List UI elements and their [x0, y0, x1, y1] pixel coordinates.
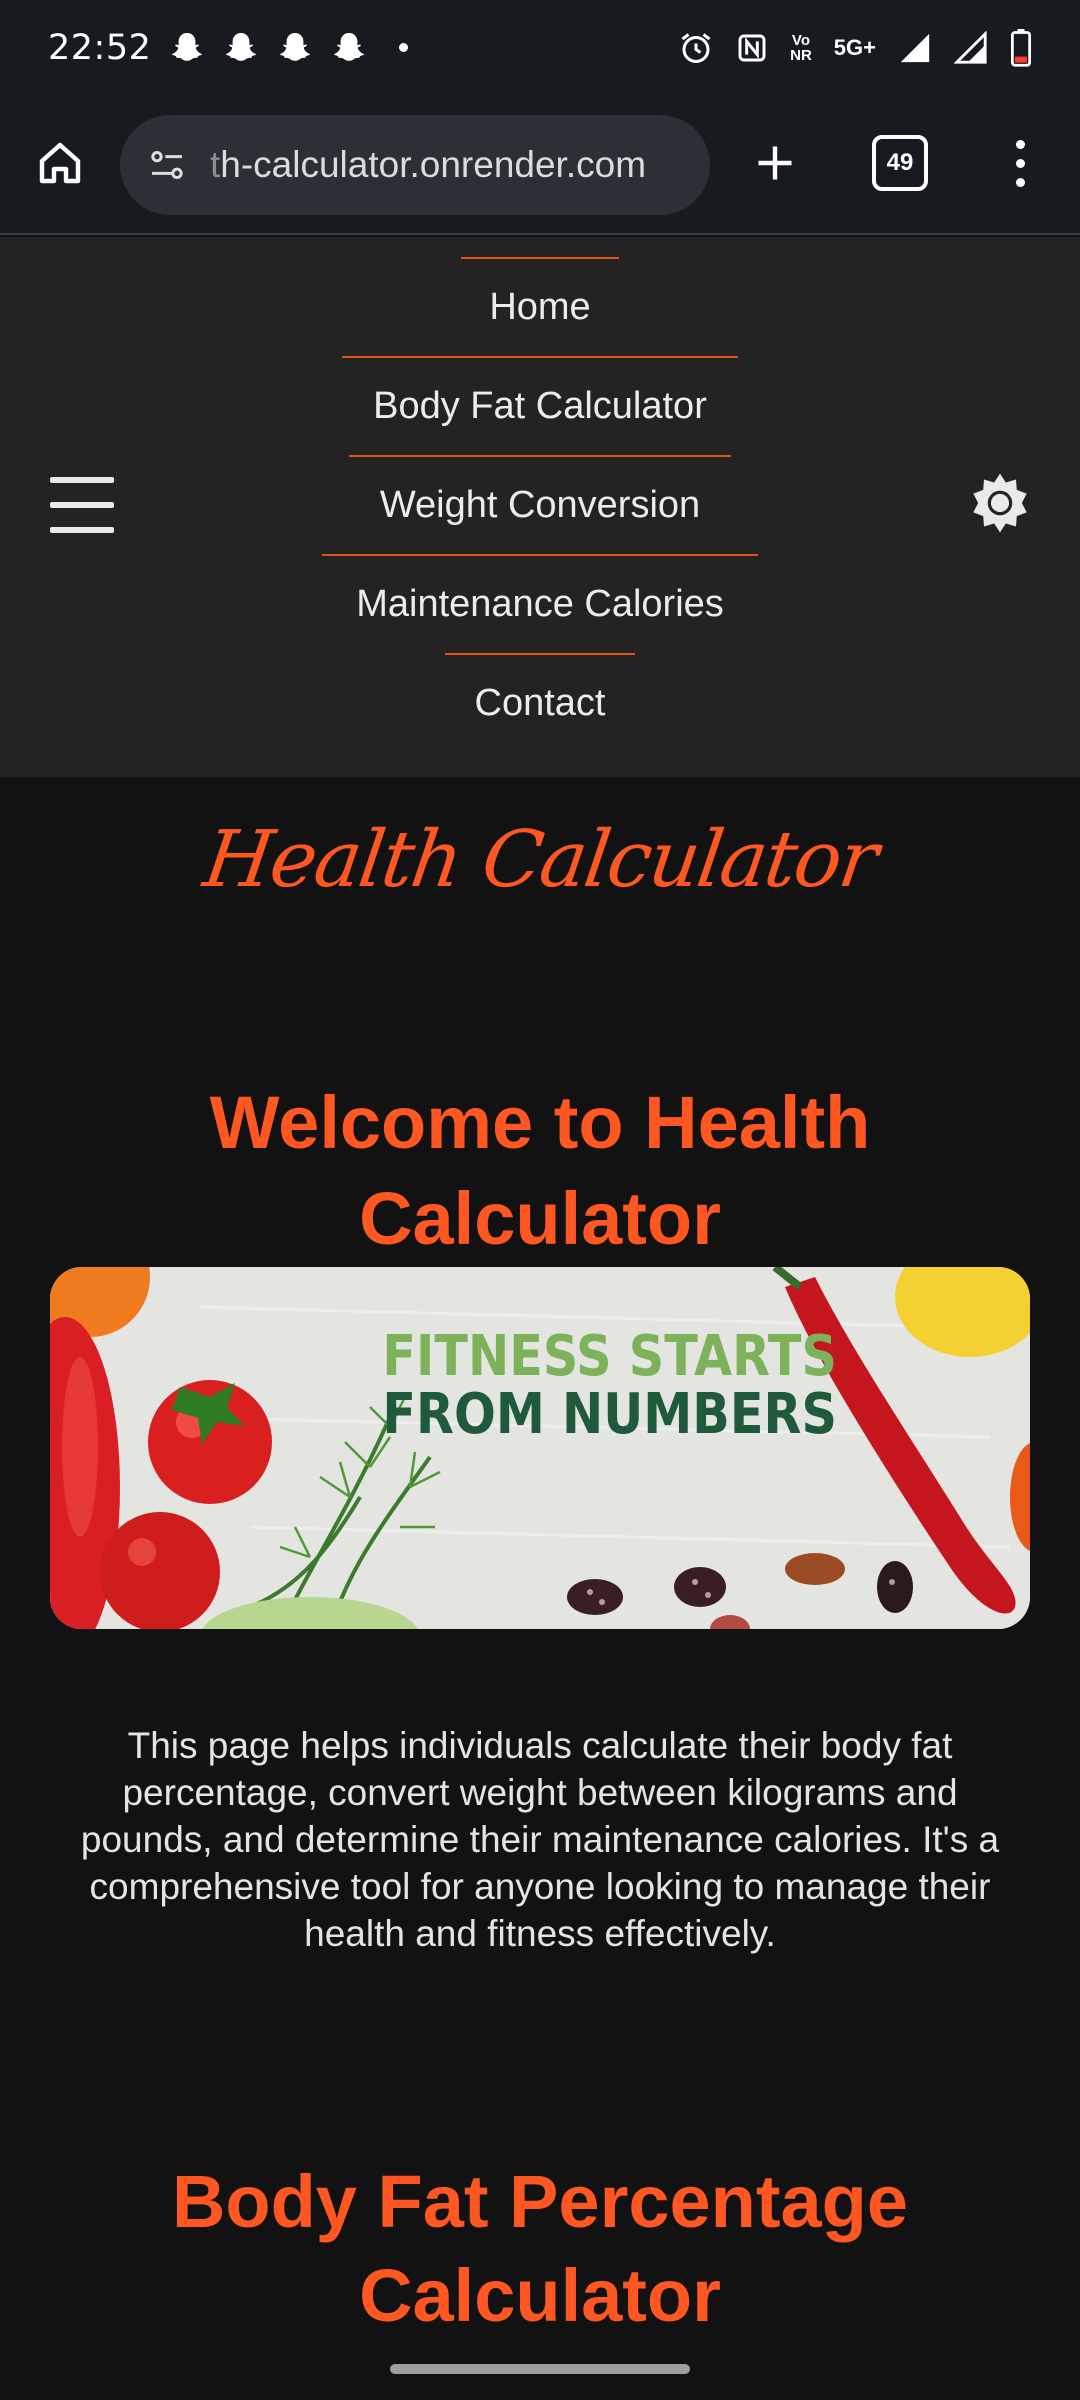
network-type: 5G+: [833, 34, 876, 60]
site-header: Home Body Fat Calculator Weight Conversi…: [0, 237, 1080, 777]
tab-count: 49: [886, 149, 914, 176]
status-bar: 22:52 Vo NR 5G+: [0, 0, 1080, 95]
alarm-icon: [681, 32, 711, 63]
battery-icon: [1010, 28, 1032, 67]
gesture-navigation-bar[interactable]: [390, 2364, 690, 2374]
site-info-icon[interactable]: [142, 140, 192, 190]
url-faded-prefix: t: [210, 144, 221, 185]
new-tab-button[interactable]: [745, 133, 805, 193]
hero-image: FITNESS STARTS FROM NUMBERS: [50, 1267, 1030, 1629]
tabs-icon[interactable]: 49: [872, 135, 928, 191]
nav-menu: Home Body Fat Calculator Weight Conversi…: [0, 257, 1080, 752]
volte-label-top: Vo: [791, 31, 810, 49]
more-vert-icon[interactable]: [1000, 133, 1040, 193]
signal-icon: [954, 30, 987, 64]
nav-item-body-fat-calculator[interactable]: Body Fat Calculator: [342, 356, 738, 455]
url-text: th-calculator.onrender.com: [210, 144, 646, 186]
section-title-body-fat: Body Fat Percentage Calculator: [171, 2160, 909, 2337]
address-bar[interactable]: th-calculator.onrender.com: [120, 115, 710, 215]
status-right: Vo NR 5G+: [678, 28, 1032, 67]
site-logo[interactable]: Health Calculator: [0, 815, 1080, 905]
hero-text-line2: FROM NUMBERS: [382, 1382, 837, 1447]
nav-item-weight-conversion[interactable]: Weight Conversion: [349, 455, 731, 554]
home-icon: [39, 142, 81, 184]
snapchat-ghost-icon: [334, 32, 365, 61]
sun-icon[interactable]: [968, 471, 1032, 535]
nfc-icon: [738, 34, 766, 61]
nav-item-home[interactable]: Home: [461, 257, 619, 356]
url-host: h-calculator.onrender.com: [220, 144, 647, 185]
hero-text-line1: FITNESS STARTS: [382, 1324, 837, 1389]
snapchat-ghost-icon: [280, 32, 311, 61]
notification-dot: [399, 43, 409, 52]
nav-item-maintenance-calories[interactable]: Maintenance Calories: [322, 554, 758, 653]
status-left: 22:52: [48, 27, 409, 68]
snapchat-ghost-icon: [226, 32, 257, 61]
plus-icon: [758, 146, 792, 180]
nav-item-contact[interactable]: Contact: [445, 653, 635, 752]
intro-paragraph: This page helps individuals calculate th…: [80, 1725, 1000, 1954]
volte-label-bottom: NR: [790, 46, 812, 64]
home-button[interactable]: [30, 133, 90, 193]
signal-icon: [900, 33, 930, 62]
browser-toolbar: th-calculator.onrender.com 49: [0, 95, 1080, 235]
welcome-title: Welcome to Health Calculator: [209, 1081, 871, 1260]
volte-indicator: Vo NR: [790, 33, 812, 63]
snapchat-ghost-icon: [172, 32, 203, 61]
status-time: 22:52: [48, 27, 152, 68]
